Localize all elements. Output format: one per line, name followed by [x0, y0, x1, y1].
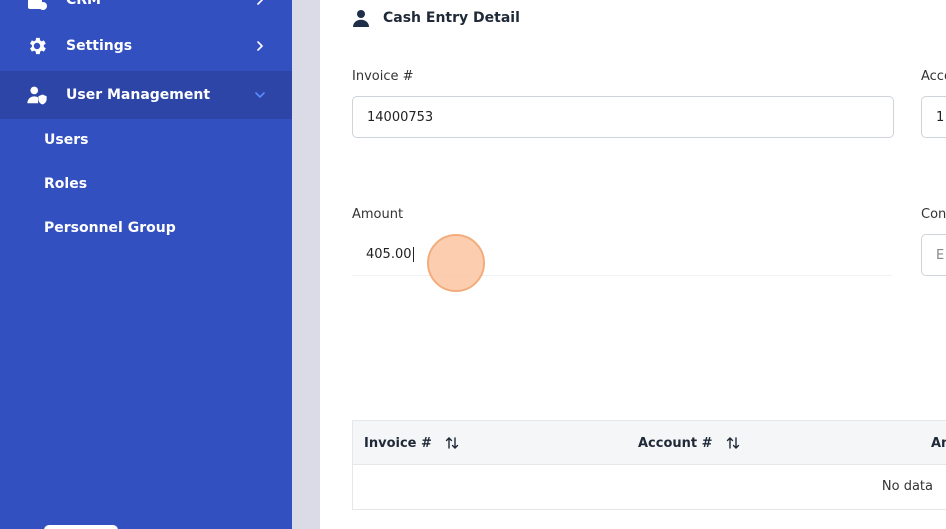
amount-value: 405.00 — [366, 247, 412, 262]
comment-placeholder: E — [936, 247, 945, 263]
section-header: Cash Entry Detail — [352, 7, 520, 29]
invoice-input[interactable]: 14000753 — [352, 96, 894, 138]
sort-icon[interactable] — [444, 435, 460, 451]
account-input[interactable]: 1 — [921, 96, 946, 138]
chevron-right-icon — [257, 0, 264, 5]
table-empty-message: No data — [881, 479, 933, 494]
column-header-amount[interactable]: Am — [931, 421, 946, 465]
comment-input[interactable]: E — [921, 234, 946, 276]
chevron-right-icon — [257, 41, 264, 51]
sidebar: CRM Settings User Management Users Roles… — [0, 0, 292, 529]
column-header-account[interactable]: Account # — [638, 421, 741, 465]
sidebar-item-label: User Management — [66, 87, 211, 103]
entries-table: Invoice # Account # Am No — [352, 420, 946, 510]
account-label: Acco — [921, 69, 946, 84]
amount-label: Amount — [352, 207, 404, 222]
sidebar-item-crm[interactable]: CRM — [0, 0, 292, 24]
click-indicator — [427, 234, 485, 292]
user-shield-icon — [27, 86, 47, 105]
column-header-label: Am — [931, 435, 946, 451]
sort-icon[interactable] — [725, 435, 741, 451]
table-header: Invoice # Account # Am — [353, 421, 946, 465]
sidebar-item-settings[interactable]: Settings — [0, 22, 292, 70]
sidebar-subitem-roles[interactable]: Roles — [44, 176, 87, 192]
sidebar-item-user-management[interactable]: User Management — [0, 71, 292, 119]
text-caret — [412, 247, 414, 262]
comment-label: Con — [921, 207, 946, 222]
sidebar-item-label: Settings — [66, 38, 133, 54]
column-header-label: Account # — [638, 435, 713, 451]
account-value: 1 — [936, 109, 945, 125]
app-window: CRM Settings User Management Users Roles… — [0, 0, 946, 529]
column-header-invoice[interactable]: Invoice # — [364, 421, 460, 465]
invoice-label: Invoice # — [352, 69, 414, 84]
sidebar-subitem-personnel-group[interactable]: Personnel Group — [44, 220, 176, 236]
section-title: Cash Entry Detail — [383, 10, 520, 26]
sidebar-subitem-users[interactable]: Users — [44, 132, 88, 148]
gear-icon — [30, 37, 46, 55]
content-gutter — [292, 0, 320, 529]
crm-icon — [28, 0, 47, 10]
main-content: Cash Entry Detail Invoice # 14000753 Acc… — [320, 0, 946, 529]
column-header-label: Invoice # — [364, 435, 432, 451]
chevron-down-icon — [255, 92, 265, 99]
invoice-value: 14000753 — [367, 109, 434, 125]
person-icon — [353, 10, 369, 27]
sidebar-bottom-button[interactable] — [44, 525, 118, 529]
sidebar-item-label: CRM — [66, 0, 101, 8]
